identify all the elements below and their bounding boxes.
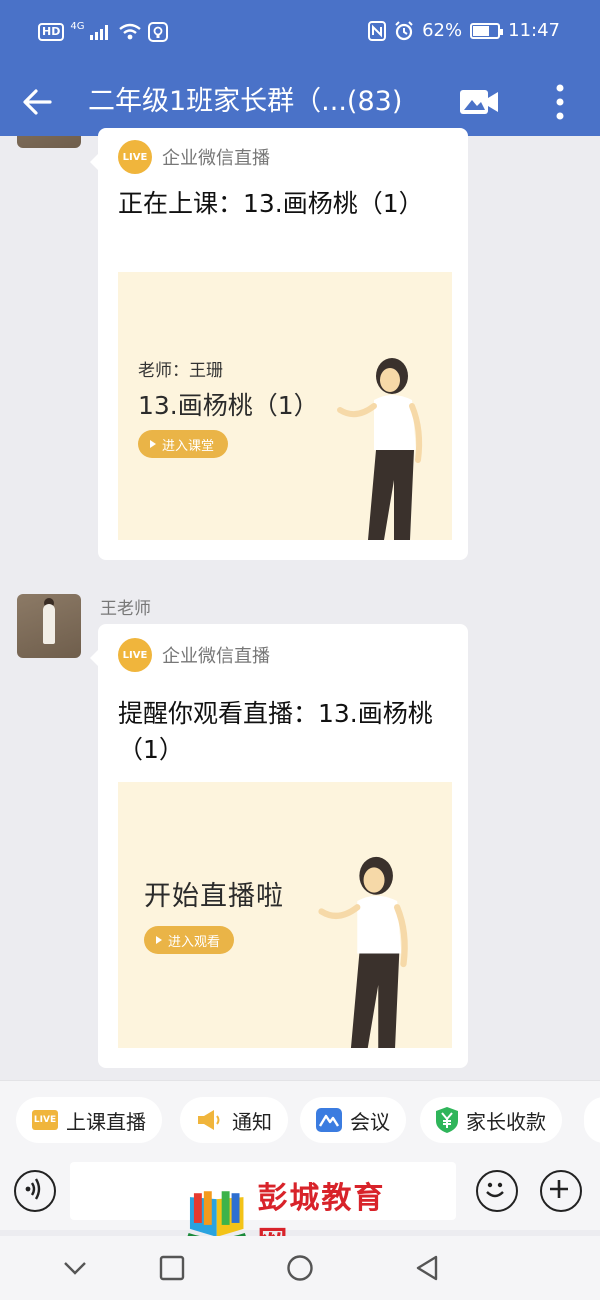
nav-home-icon[interactable] [286,1254,314,1282]
voice-button[interactable] [14,1170,56,1212]
network-label: 4G [70,20,85,32]
presenter-illustration [337,358,423,540]
quick-action-label: 通知 [232,1109,272,1134]
message-text: 正在上课：13.画杨桃（1） [118,189,424,218]
live-card[interactable]: 老师：王珊 13.画杨桃（1） 进入课堂 [118,272,452,540]
status-left: HD 4G [38,20,169,42]
back-arrow-icon [23,89,52,115]
live-badge-text: LIVE [122,649,148,661]
clock: 11:47 [508,20,560,41]
quick-action-label: 会议 [350,1109,390,1134]
emoji-icon [486,1182,504,1198]
quick-action-label: 家长收款 [466,1109,546,1134]
yuan-icon [436,1107,458,1133]
nfc-icon [368,20,387,41]
battery-percent: 62% [422,20,463,41]
play-icon [156,936,162,944]
quick-action-more[interactable] [584,1097,600,1143]
message-bubble[interactable]: LIVE 企业微信直播 正在上课：13.画杨桃（1） 老师：王珊 13.画杨桃（… [90,128,468,560]
nav-recent-icon[interactable] [159,1255,185,1281]
emoji-button[interactable] [476,1170,518,1212]
lesson-title: 13.画杨桃（1） [138,391,319,420]
video-call-button[interactable] [458,84,500,120]
avatar-figure-body [43,604,55,644]
battery-fill [473,25,490,36]
wifi-icon [119,23,142,40]
app-notification-icon [148,22,169,42]
quick-action-notice[interactable]: 通知 [180,1097,288,1143]
message-text: 提醒你观看直播：13.画杨桃（1） [118,699,433,764]
source-label: 企业微信直播 [162,148,270,169]
voice-icon [25,1178,41,1200]
video-camera-icon [460,90,498,114]
battery-icon [470,22,504,39]
chat-title[interactable]: 二年级1班家长群（...(83) [88,82,402,122]
chat-header: 二年级1班家长群（...(83) [0,68,600,136]
message-bubble[interactable]: LIVE 企业微信直播 提醒你观看直播：13.画杨桃（1） 开始直播啦 进入观看 [90,624,468,1068]
status-bar: HD 4G 62% 11:47 [0,0,600,68]
alarm-icon [395,20,413,40]
sender-avatar[interactable] [17,594,81,658]
quick-action-payment[interactable]: 家长收款 [420,1097,562,1143]
live-chip-badge: LIVE [33,1115,57,1125]
play-icon [150,440,156,448]
live-card[interactable]: 开始直播啦 进入观看 [118,782,452,1048]
quick-action-live[interactable]: LIVE 上课直播 [16,1097,162,1143]
back-button[interactable] [20,82,60,122]
enter-watch-label: 进入观看 [168,934,221,950]
megaphone-icon [198,1110,220,1130]
sender-name: 王老师 [100,599,151,619]
nav-back-icon[interactable] [414,1254,440,1282]
quick-action-meeting[interactable]: 会议 [300,1097,406,1143]
enter-classroom-label: 进入课堂 [162,438,215,454]
live-headline: 开始直播啦 [144,881,284,912]
system-nav-bar [0,1236,600,1300]
quick-action-label: 上课直播 [66,1109,146,1134]
more-vertical-icon [556,84,564,120]
quick-action-bar: LIVE 上课直播 通知 会议 家长收款 [0,1080,600,1159]
message-source: LIVE 企业微信直播 [118,140,270,174]
signal-icon [90,25,109,40]
teacher-name: 老师：王珊 [138,361,223,381]
source-label: 企业微信直播 [162,646,270,667]
meeting-icon [316,1108,342,1132]
nav-down-icon[interactable] [62,1258,88,1278]
live-badge-text: LIVE [122,151,148,163]
message-source: LIVE 企业微信直播 [118,638,270,672]
status-right: 62% 11:47 [368,20,560,41]
hd-icon: HD [38,23,65,41]
presenter-illustration [318,856,408,1048]
more-button[interactable] [548,80,572,124]
enter-classroom-button[interactable]: 进入课堂 [138,430,229,458]
plus-button[interactable] [540,1170,582,1212]
live-icon: LIVE [32,1110,58,1130]
enter-watch-button[interactable]: 进入观看 [144,926,235,954]
live-icon: LIVE [118,140,152,174]
live-icon: LIVE [118,638,152,672]
plus-icon [550,1180,568,1198]
